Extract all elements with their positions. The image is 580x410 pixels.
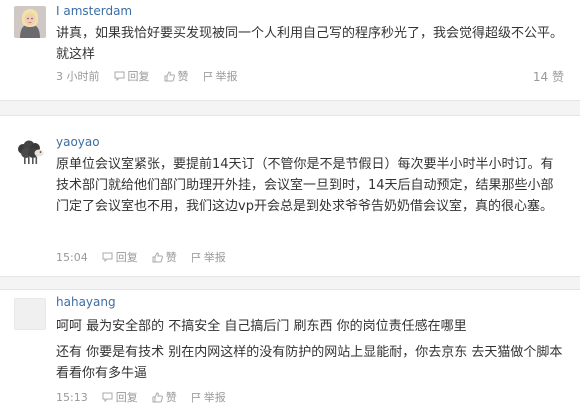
reply-icon (114, 71, 124, 81)
flag-icon (191, 392, 201, 402)
flag-icon (203, 71, 212, 81)
thumbs-up-icon (164, 70, 175, 81)
report-button[interactable]: 举报 (203, 68, 238, 84)
like-button[interactable]: 赞 (152, 249, 177, 265)
reply-label: 回复 (127, 70, 150, 83)
comment-body: 原单位会议室紧张，要提前14天订（不管你是不是节假日）每次要半小时半小时订。有技… (56, 157, 554, 214)
reply-button[interactable]: 回复 (114, 68, 150, 84)
comment-footer: 3 小时前 回复 赞 举报 14 赞 (56, 67, 564, 85)
reply-button[interactable]: 回复 (102, 249, 138, 265)
comment-footer: 15:13 回复 赞 举报 (56, 388, 564, 406)
comment-author[interactable]: yaoyao (56, 135, 100, 149)
reply-button[interactable]: 回复 (102, 389, 138, 405)
reply-label: 回复 (115, 391, 138, 404)
comment-item: yaoyao 原单位会议室紧张，要提前14天订（不管你是不是节假日）每次要半小时… (0, 116, 580, 276)
like-button[interactable]: 赞 (164, 68, 189, 84)
like-label: 赞 (165, 391, 177, 404)
reply-icon (102, 392, 113, 402)
comment-separator (0, 276, 580, 290)
comment-body: 呵呵 最为安全部的 不搞安全 自己搞后门 刷东西 你的岗位责任感在哪里 (56, 319, 467, 334)
comment-body: 讲真，如果我恰好要买发现被同一个人利用自己写的程序秒光了，我会觉得超级不公平。就… (56, 26, 564, 62)
comment-time: 3 小时前 (56, 70, 100, 83)
like-count: 14 赞 (532, 69, 564, 84)
thumbs-up-icon (152, 391, 163, 402)
reply-label: 回复 (115, 251, 138, 264)
sheep-avatar-icon[interactable] (14, 136, 46, 168)
comment-author[interactable]: I amsterdam (56, 4, 132, 18)
like-label: 赞 (165, 251, 177, 264)
comment-time: 15:13 (56, 390, 88, 404)
female-avatar-icon[interactable] (14, 6, 46, 38)
like-label: 赞 (177, 70, 189, 83)
report-label: 举报 (203, 251, 226, 264)
report-button[interactable]: 举报 (191, 389, 226, 405)
report-button[interactable]: 举报 (191, 249, 226, 265)
comment-author[interactable]: hahayang (56, 295, 116, 309)
like-button[interactable]: 赞 (152, 389, 177, 405)
comment-item: I amsterdam 讲真，如果我恰好要买发现被同一个人利用自己写的程序秒光了… (0, 0, 580, 100)
comment-time: 15:04 (56, 250, 88, 264)
report-label: 举报 (203, 391, 226, 404)
reply-icon (102, 252, 113, 262)
default-avatar-icon[interactable] (14, 298, 46, 330)
comment-item: hahayang 呵呵 最为安全部的 不搞安全 自己搞后门 刷东西 你的岗位责任… (0, 290, 580, 410)
report-label: 举报 (215, 70, 238, 83)
thumbs-up-icon (152, 251, 163, 262)
flag-icon (191, 252, 201, 262)
comment-separator (0, 100, 580, 116)
comment-footer: 15:04 回复 赞 举报 (56, 248, 564, 266)
comment-body-continued: 还有 你要是有技术 别在内网这样的没有防护的网站上显能耐，你去京东 去天猫做个脚… (56, 345, 563, 381)
